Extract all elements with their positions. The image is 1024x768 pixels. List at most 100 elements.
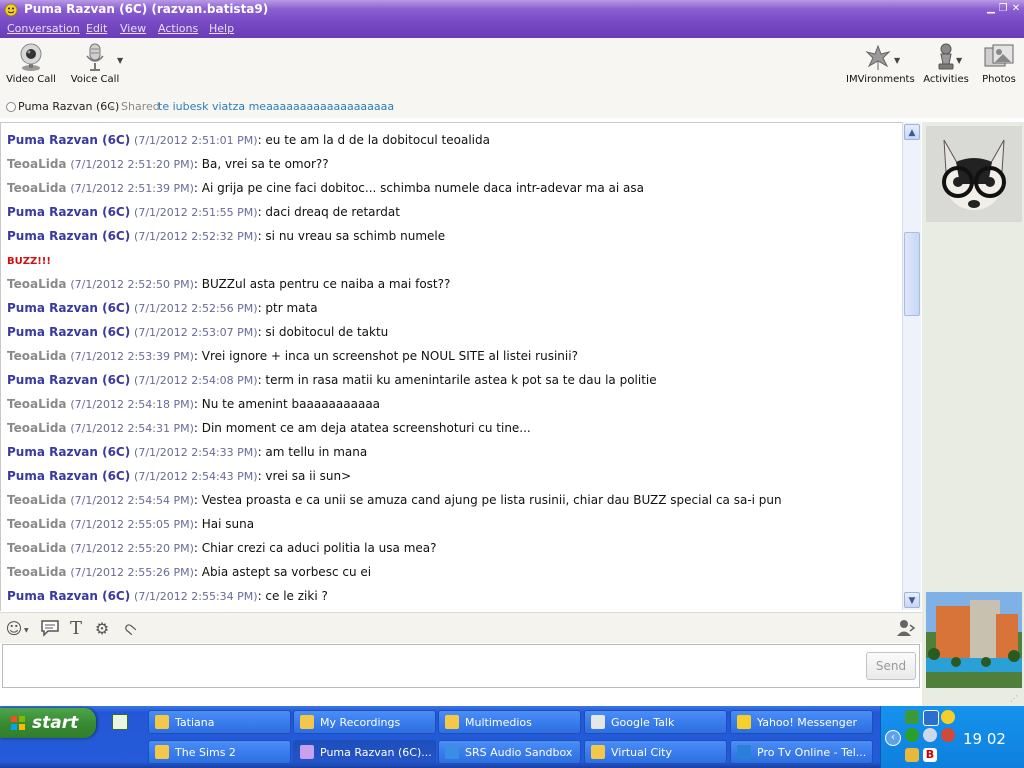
menu-conversation[interactable]: Conversation: [7, 22, 80, 35]
monitor-icon[interactable]: [923, 710, 939, 726]
message-sender[interactable]: Puma Razvan (6C): [7, 133, 130, 147]
message-sender[interactable]: TeoaLida: [7, 493, 67, 507]
chat-message: TeoaLida (7/1/2012 2:54:18 PM): Nu te am…: [7, 397, 380, 417]
tray-expand-icon[interactable]: ‹: [885, 730, 901, 746]
message-timestamp: (7/1/2012 2:53:39 PM): [70, 350, 194, 363]
message-sender[interactable]: TeoaLida: [7, 277, 67, 291]
imvironments-dropdown-icon[interactable]: ▼: [894, 56, 900, 65]
message-sender[interactable]: Puma Razvan (6C): [7, 373, 130, 387]
message-sender[interactable]: TeoaLida: [7, 181, 67, 195]
format-toolbar: ☺ ▼ T ⚙ ⊂: [0, 612, 922, 643]
message-sender[interactable]: Puma Razvan (6C): [7, 325, 130, 339]
message-text: : ce le ziki ?: [257, 589, 328, 603]
photos-button[interactable]: Photos: [978, 42, 1020, 94]
menu-actions[interactable]: Actions: [158, 22, 198, 35]
chat-scrollbar[interactable]: ▲ ▼: [902, 122, 921, 610]
my-avatar[interactable]: [926, 592, 1022, 688]
task-label: Puma Razvan (6C)...: [320, 746, 432, 759]
leaves-icon: [865, 44, 891, 70]
scroll-up-icon[interactable]: ▲: [904, 124, 920, 140]
resize-grip-icon[interactable]: ⋰: [1010, 694, 1022, 704]
chat-message: TeoaLida (7/1/2012 2:52:50 PM): BUZZul a…: [7, 277, 450, 297]
taskbar-button[interactable]: Google Talk: [584, 710, 727, 734]
chat-message: TeoaLida (7/1/2012 2:54:31 PM): Din mome…: [7, 421, 531, 441]
taskbar-button[interactable]: Multimedios: [438, 710, 581, 734]
restore-icon[interactable]: ❐: [996, 2, 1010, 16]
taskbar-button[interactable]: Puma Razvan (6C)...: [293, 740, 436, 764]
message-sender[interactable]: TeoaLida: [7, 517, 67, 531]
title-bar: Puma Razvan (6C) (razvan.batista9) ▁ ❐ ✕: [0, 0, 1024, 20]
chat-history[interactable]: Puma Razvan (6C) (7/1/2012 2:51:01 PM) : …: [0, 122, 903, 611]
messenger-tray-icon[interactable]: [905, 748, 919, 762]
message-timestamp: (7/1/2012 2:51:55 PM): [134, 206, 258, 219]
network-icon[interactable]: [905, 710, 919, 724]
smiley-icon[interactable]: ☺: [4, 619, 24, 639]
text-format-icon[interactable]: T: [66, 619, 86, 639]
audio-icon[interactable]: [923, 728, 937, 742]
b-tray-icon[interactable]: B: [923, 748, 937, 762]
taskbar-button[interactable]: Pro Tv Online - Tel...: [730, 740, 873, 764]
speech-bubble-icon[interactable]: [40, 619, 60, 639]
message-sender[interactable]: TeoaLida: [7, 421, 67, 435]
show-desktop-icon[interactable]: [112, 714, 128, 730]
message-timestamp: (7/1/2012 2:51:01 PM): [134, 134, 258, 147]
imvironments-button[interactable]: IMVironments: [846, 42, 915, 94]
video-call-label: Video Call: [6, 74, 56, 85]
menu-edit[interactable]: Edit: [86, 22, 107, 35]
voice-call-button[interactable]: Voice Call: [70, 42, 120, 94]
message-sender[interactable]: Puma Razvan (6C): [7, 589, 130, 603]
message-sender[interactable]: Puma Razvan (6C): [7, 205, 130, 219]
message-timestamp: (7/1/2012 2:52:50 PM): [70, 278, 194, 291]
task-app-icon: [737, 745, 751, 759]
message-timestamp: (7/1/2012 2:54:18 PM): [70, 398, 194, 411]
message-sender[interactable]: TeoaLida: [7, 565, 67, 579]
buzz-label: BUZZ!!!: [7, 256, 51, 267]
task-app-icon: [300, 745, 314, 759]
gmail-icon[interactable]: [941, 728, 955, 742]
utorrent-icon[interactable]: [905, 728, 919, 742]
taskbar-button[interactable]: Tatiana: [148, 710, 291, 734]
menu-help[interactable]: Help: [209, 22, 234, 35]
taskbar-button[interactable]: My Recordings: [293, 710, 436, 734]
message-input[interactable]: [2, 644, 920, 688]
message-sender[interactable]: Puma Razvan (6C): [7, 301, 130, 315]
gear-icon[interactable]: ⚙: [92, 619, 112, 639]
message-timestamp: (7/1/2012 2:53:07 PM): [134, 326, 258, 339]
message-text: : am tellu in mana: [257, 445, 368, 459]
contact-avatar[interactable]: [926, 126, 1022, 222]
close-icon[interactable]: ✕: [1009, 2, 1023, 16]
taskbar-button[interactable]: Yahoo! Messenger: [730, 710, 873, 734]
send-button[interactable]: Send: [866, 652, 916, 680]
taskbar-button[interactable]: The Sims 2: [148, 740, 291, 764]
message-text: : Vrei ignore + inca un screenshot pe NO…: [193, 349, 578, 363]
start-button[interactable]: start: [0, 708, 96, 738]
chat-message: Puma Razvan (6C) (7/1/2012 2:54:33 PM): …: [7, 445, 367, 465]
taskbar-button[interactable]: Virtual City: [584, 740, 727, 764]
menu-view[interactable]: View: [120, 22, 146, 35]
scroll-thumb[interactable]: [904, 232, 920, 316]
activities-button[interactable]: Activities: [922, 42, 970, 94]
yahoo-tray-icon[interactable]: [941, 710, 955, 724]
message-sender[interactable]: Puma Razvan (6C): [7, 229, 130, 243]
emoticon-dropdown-icon[interactable]: ▼: [24, 627, 29, 634]
taskbar-button[interactable]: SRS Audio Sandbox: [438, 740, 581, 764]
voice-call-dropdown-icon[interactable]: ▼: [117, 56, 123, 65]
video-call-button[interactable]: Video Call: [6, 42, 56, 94]
start-label: start: [32, 713, 79, 733]
message-sender[interactable]: Puma Razvan (6C): [7, 469, 130, 483]
message-sender[interactable]: Puma Razvan (6C): [7, 445, 130, 459]
contact-name[interactable]: Puma Razvan (6C): [18, 100, 119, 113]
chat-message: TeoaLida (7/1/2012 2:51:20 PM): Ba, vrei…: [7, 157, 329, 177]
activities-dropdown-icon[interactable]: ▼: [956, 56, 962, 65]
paperclip-icon[interactable]: ⊂: [116, 615, 144, 643]
message-sender[interactable]: TeoaLida: [7, 157, 67, 171]
status-separator: -: [110, 100, 114, 113]
status-message[interactable]: te iubesk viatza meaaaaaaaaaaaaaaaaaaa: [158, 100, 394, 113]
message-sender[interactable]: TeoaLida: [7, 541, 67, 555]
taskbar: start Tatiana My Recordings Multimedios Goo…: [0, 706, 1024, 768]
message-sender[interactable]: TeoaLida: [7, 349, 67, 363]
add-person-icon[interactable]: [896, 619, 916, 639]
message-sender[interactable]: TeoaLida: [7, 397, 67, 411]
chat-message: Puma Razvan (6C) (7/1/2012 2:53:07 PM): …: [7, 325, 388, 345]
scroll-down-icon[interactable]: ▼: [904, 592, 920, 608]
